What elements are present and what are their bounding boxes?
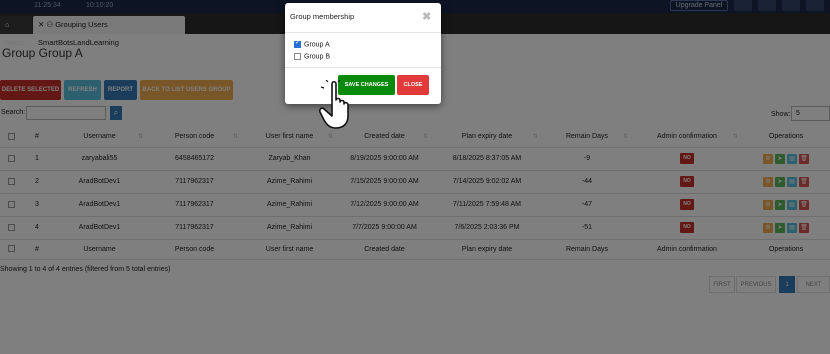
option-group-a-label: Group A [304, 41, 330, 49]
checkbox-group-b[interactable] [294, 53, 301, 60]
checkbox-group-a[interactable] [294, 41, 301, 48]
modal-title: Group membership [290, 12, 355, 21]
close-icon[interactable]: ✖ [422, 10, 431, 23]
group-membership-modal: Group membership ✖ Group A Group B SAVE … [285, 3, 441, 104]
divider [285, 67, 441, 68]
divider [285, 32, 441, 33]
close-button[interactable]: CLOSE [397, 75, 429, 95]
option-group-b-label: Group B [304, 53, 331, 61]
option-group-b[interactable]: Group B [294, 53, 330, 60]
hand-pointer-icon [319, 80, 349, 129]
option-group-a[interactable]: Group A [294, 41, 330, 48]
